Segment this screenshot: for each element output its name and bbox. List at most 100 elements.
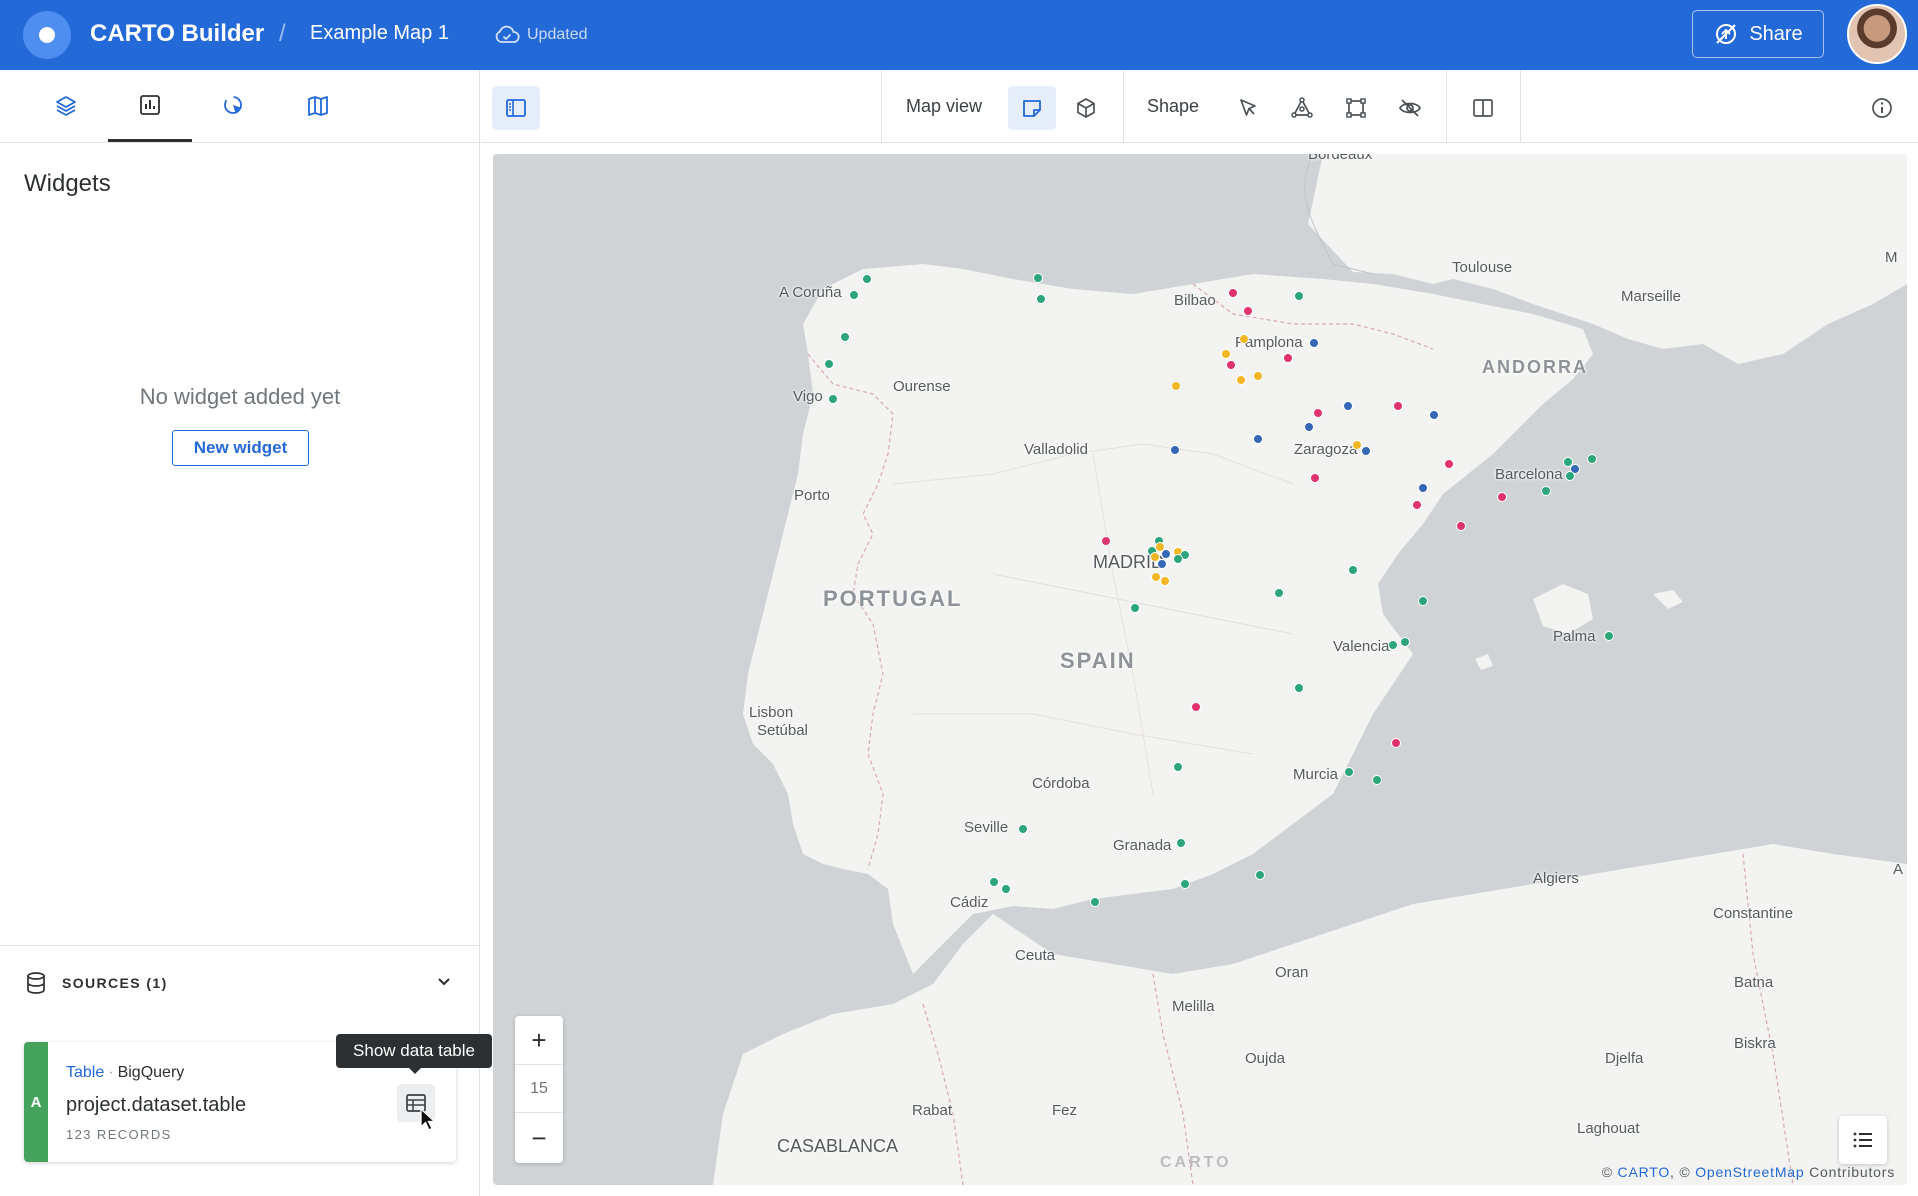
map-point[interactable] <box>824 359 834 369</box>
split-view-button[interactable] <box>1459 86 1507 130</box>
map-point[interactable] <box>1393 401 1403 411</box>
mouse-cursor-icon <box>420 1108 436 1131</box>
map-point[interactable] <box>1226 360 1236 370</box>
select-tool-button[interactable] <box>1224 86 1272 130</box>
map-point[interactable] <box>1255 870 1265 880</box>
map-point[interactable] <box>1418 596 1428 606</box>
map-point[interactable] <box>1173 554 1183 564</box>
map-point[interactable] <box>840 332 850 342</box>
map-canvas[interactable]: Bordeaux Toulouse Marseille M A Coruña B… <box>493 154 1907 1185</box>
map-point[interactable] <box>1294 683 1304 693</box>
map-label: A <box>1893 861 1904 878</box>
map-point[interactable] <box>1239 334 1249 344</box>
map-label: Constantine <box>1713 905 1794 922</box>
map-point[interactable] <box>1180 879 1190 889</box>
map-point[interactable] <box>1309 338 1319 348</box>
map-point[interactable] <box>1283 353 1293 363</box>
map-point[interactable] <box>1541 486 1551 496</box>
chevron-down-icon[interactable] <box>434 972 454 992</box>
info-button[interactable] <box>1858 86 1906 130</box>
map-point[interactable] <box>1391 738 1401 748</box>
map-label: A Coruña <box>779 284 842 301</box>
rectangle-tool-button[interactable] <box>1332 86 1380 130</box>
map-point[interactable] <box>1412 500 1422 510</box>
map-point[interactable] <box>828 394 838 404</box>
map-point[interactable] <box>1161 549 1171 559</box>
map-point[interactable] <box>1101 536 1111 546</box>
2d-view-button[interactable] <box>1008 86 1056 130</box>
empty-widgets-message: No widget added yet <box>139 384 341 409</box>
tab-layers[interactable] <box>24 70 108 142</box>
map-point[interactable] <box>1001 884 1011 894</box>
new-widget-button[interactable]: New widget <box>172 430 309 466</box>
map-point[interactable] <box>1171 381 1181 391</box>
map-point[interactable] <box>1348 565 1358 575</box>
map-point[interactable] <box>1429 410 1439 420</box>
map-view-label: Map view <box>906 96 983 116</box>
carto-watermark: CARTO <box>1160 1154 1232 1171</box>
map-point[interactable] <box>1444 459 1454 469</box>
map-point[interactable] <box>1400 637 1410 647</box>
map-point[interactable] <box>1313 408 1323 418</box>
map-point[interactable] <box>1173 762 1183 772</box>
legend-button[interactable] <box>1839 1116 1887 1164</box>
map-point[interactable] <box>1456 521 1466 531</box>
tab-widgets[interactable] <box>108 70 192 142</box>
map-point[interactable] <box>1176 838 1186 848</box>
map-label: SPAIN <box>1060 648 1136 673</box>
map-point[interactable] <box>1236 375 1246 385</box>
map-point[interactable] <box>1033 273 1043 283</box>
zoom-out-button[interactable]: − <box>515 1114 563 1162</box>
map-point[interactable] <box>1497 492 1507 502</box>
list-icon <box>1853 1132 1872 1148</box>
map-point[interactable] <box>1253 371 1263 381</box>
cube-icon <box>1077 98 1095 118</box>
map-point[interactable] <box>989 877 999 887</box>
toggle-panel-button[interactable] <box>492 86 540 130</box>
map-point[interactable] <box>1372 775 1382 785</box>
map-point[interactable] <box>1036 294 1046 304</box>
map-point[interactable] <box>1604 631 1614 641</box>
map-point[interactable] <box>862 274 872 284</box>
map-point[interactable] <box>1304 422 1314 432</box>
map-point[interactable] <box>1565 471 1575 481</box>
tab-basemap[interactable] <box>276 70 360 142</box>
osm-link[interactable]: OpenStreetMap <box>1695 1164 1804 1180</box>
eye-off-icon <box>1399 99 1421 117</box>
map-point[interactable] <box>849 290 859 300</box>
tab-interactions[interactable] <box>192 70 276 142</box>
map-point[interactable] <box>1243 306 1253 316</box>
map-point[interactable] <box>1157 559 1167 569</box>
map-point[interactable] <box>1587 454 1597 464</box>
sources-header[interactable]: SOURCES (1) <box>0 945 480 1019</box>
polygon-tool-button[interactable] <box>1278 86 1326 130</box>
map-label: CASABLANCA <box>777 1136 899 1156</box>
map-point[interactable] <box>1170 445 1180 455</box>
map-point[interactable] <box>1160 576 1170 586</box>
map-point[interactable] <box>1388 640 1398 650</box>
user-avatar[interactable] <box>1847 4 1907 64</box>
share-button[interactable]: Share <box>1692 10 1824 58</box>
carto-logo[interactable] <box>23 11 71 59</box>
hide-shapes-button[interactable] <box>1386 86 1434 130</box>
map-point[interactable] <box>1418 483 1428 493</box>
polygon-icon <box>1291 97 1313 118</box>
map-point[interactable] <box>1228 288 1238 298</box>
map-label: Marseille <box>1621 288 1682 305</box>
map-point[interactable] <box>1130 603 1140 613</box>
map-point[interactable] <box>1310 473 1320 483</box>
map-point[interactable] <box>1253 434 1263 444</box>
map-point[interactable] <box>1344 767 1354 777</box>
zoom-in-button[interactable]: + <box>515 1016 563 1064</box>
map-point[interactable] <box>1361 446 1371 456</box>
map-point[interactable] <box>1090 897 1100 907</box>
3d-view-button[interactable] <box>1062 86 1110 130</box>
map-point[interactable] <box>1221 349 1231 359</box>
map-point[interactable] <box>1343 401 1353 411</box>
map-point[interactable] <box>1191 702 1201 712</box>
carto-link[interactable]: CARTO <box>1618 1164 1671 1180</box>
map-point[interactable] <box>1294 291 1304 301</box>
map-name[interactable]: Example Map 1 <box>310 22 449 45</box>
map-point[interactable] <box>1018 824 1028 834</box>
map-point[interactable] <box>1274 588 1284 598</box>
